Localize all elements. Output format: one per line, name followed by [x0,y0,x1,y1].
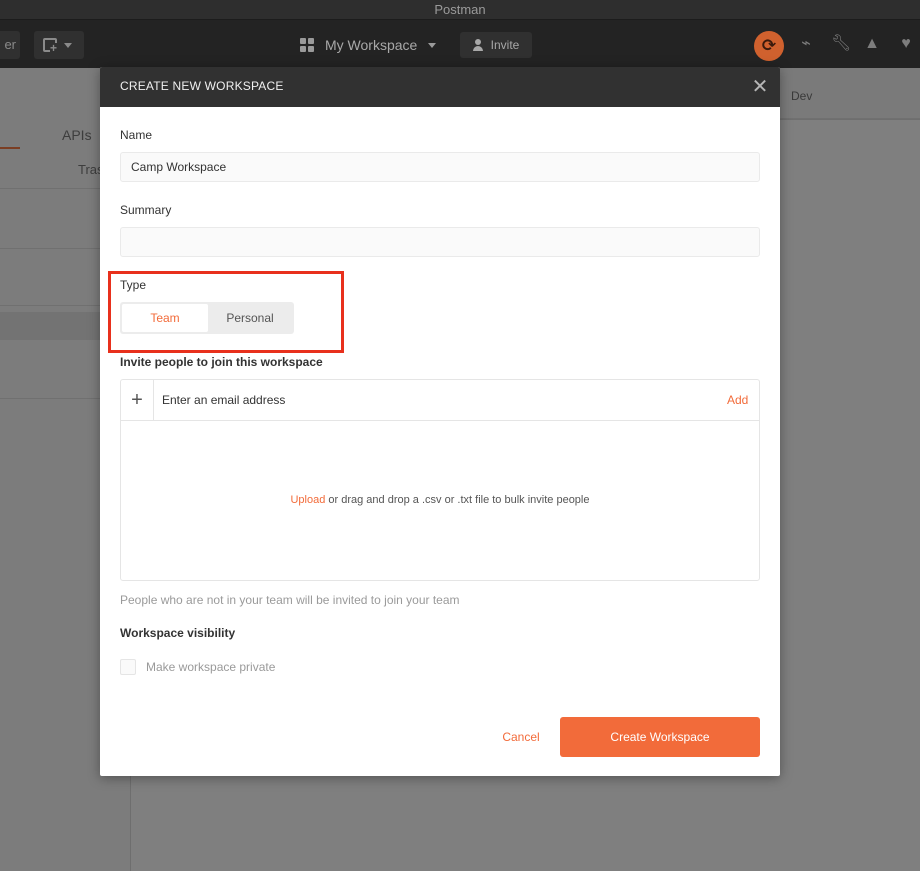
invite-hint: People who are not in your team will be … [120,593,460,607]
filter-button[interactable]: er [0,31,20,59]
workspace-label: My Workspace [325,37,418,53]
modal-header: CREATE NEW WORKSPACE ✕ [100,67,780,107]
sidebar-tab-apis[interactable]: APIs [62,127,92,143]
cancel-button[interactable]: Cancel [496,717,546,757]
private-checkbox-label: Make workspace private [146,660,276,674]
close-icon[interactable]: ✕ [750,77,770,97]
summary-label: Summary [120,203,172,217]
chevron-down-icon [64,43,72,48]
invite-email-row: + Add [121,380,759,421]
visibility-heading: Workspace visibility [120,626,236,640]
email-field[interactable] [154,380,714,420]
name-field[interactable] [120,152,760,182]
window-title: Postman [0,0,920,20]
divider [780,119,920,120]
upload-instructions: or drag and drop a .csv or .txt file to … [325,494,590,506]
invite-box: + Add Upload or drag and drop a .csv or … [120,379,760,581]
create-workspace-modal: CREATE NEW WORKSPACE ✕ Name Summary Type… [100,67,780,776]
invite-button[interactable]: Invite [460,32,532,58]
app-header: er + My Workspace Invite ⟳ ⌁ 🔧︎ ▲ ♥ [0,20,920,68]
upload-link[interactable]: Upload [290,494,325,506]
wrench-icon[interactable]: 🔧︎ [831,34,851,54]
chevron-down-icon [428,42,437,48]
upload-dropzone[interactable]: Upload or drag and drop a .csv or .txt f… [121,494,759,506]
heart-icon[interactable]: ♥ [896,34,916,54]
new-button[interactable]: + [34,31,84,59]
grid-icon [300,38,314,52]
annotation-highlight-box [108,271,344,353]
add-email-button[interactable]: Add [727,393,748,407]
plus-icon: + [50,42,60,54]
add-person-icon [472,39,485,51]
name-label: Name [120,128,153,142]
plus-icon[interactable]: + [121,380,154,420]
workspace-switcher[interactable]: My Workspace [300,31,437,59]
sync-icon[interactable]: ⟳ [754,31,784,61]
modal-title: CREATE NEW WORKSPACE [120,79,284,93]
create-workspace-button[interactable]: Create Workspace [560,717,760,757]
environment-label[interactable]: Dev [791,89,812,103]
satellite-icon[interactable]: ⌁ [796,34,816,54]
bell-icon[interactable]: ▲ [862,34,882,54]
invite-heading: Invite people to join this workspace [120,355,323,369]
summary-field[interactable] [120,227,760,257]
active-tab-indicator [0,147,20,149]
invite-label: Invite [490,38,520,52]
private-checkbox[interactable] [120,659,136,675]
